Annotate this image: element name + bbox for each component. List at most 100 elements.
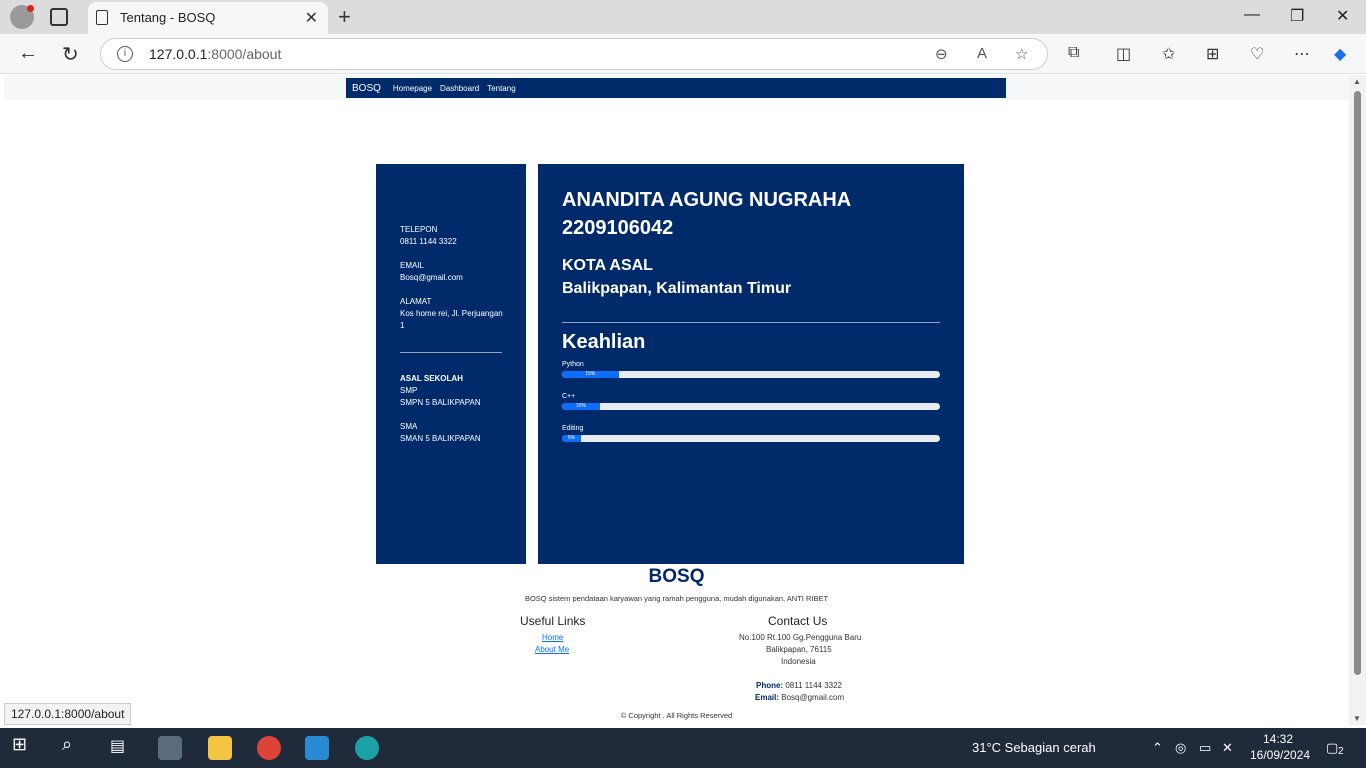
skill-name: C++ (562, 393, 576, 400)
start-icon[interactable]: ⊞ (12, 734, 36, 758)
skill-progress-fill: 5% (562, 435, 581, 442)
notification-count: 2 (1338, 746, 1344, 757)
alamat-line-2: 1 (400, 321, 405, 330)
kota-asal-label: KOTA ASAL (562, 257, 653, 274)
url-text[interactable]: 127.0.0.1:8000/about (149, 46, 281, 62)
back-icon[interactable]: ← (18, 42, 38, 65)
address-bar[interactable]: i 127.0.0.1:8000/about ⊖ A ☆ (100, 38, 1048, 70)
contact-phone: Phone: 0811 1144 3322 (756, 681, 842, 690)
close-tab-icon[interactable]: ✕ (305, 8, 318, 28)
contact-address-2: Balikpapan, 76115 (766, 645, 832, 654)
asal-sekolah-label: ASAL SEKOLAH (400, 374, 463, 383)
profile-avatar-icon[interactable] (10, 5, 34, 29)
window-close-icon[interactable]: ✕ (1336, 6, 1349, 26)
profile-sidebar-card: TELEPON 0811 1144 3322 EMAIL Bosq@gmail.… (376, 164, 526, 564)
browser-essentials-icon[interactable]: ♡ (1250, 44, 1264, 64)
contact-us-title: Contact Us (768, 614, 828, 628)
skill-name: Python (562, 361, 584, 368)
profile-nim: 2209106042 (562, 217, 674, 239)
page-viewport: BOSQ Homepage Dashboard Tentang TELEPON … (4, 75, 1349, 725)
collections-icon[interactable]: ⊞ (1206, 44, 1219, 64)
tab-title: Tentang - BOSQ (120, 10, 216, 25)
camera-app-icon[interactable] (158, 736, 182, 760)
telepon-value: 0811 1144 3322 (400, 237, 457, 246)
site-info-icon[interactable]: i (117, 46, 133, 62)
footer-link-home[interactable]: Home (542, 633, 563, 642)
chrome-icon[interactable] (257, 736, 281, 760)
alamat-line-1: Kos home rei, Jl. Perjuangan (400, 309, 503, 318)
notification-dot (27, 5, 34, 12)
extensions-icon[interactable]: ⧉ (1068, 44, 1079, 62)
divider (562, 322, 940, 323)
telepon-label: TELEPON (400, 225, 438, 234)
minimize-icon[interactable]: — (1244, 6, 1260, 24)
more-menu-icon[interactable]: ⋯ (1294, 44, 1310, 64)
nav-link-tentang[interactable]: Tentang (487, 84, 515, 93)
clock-time: 14:32 (1262, 732, 1294, 746)
network-icon[interactable]: ◎ (1175, 740, 1186, 756)
vscode-icon[interactable] (305, 736, 329, 760)
footer-link-about[interactable]: About Me (535, 645, 569, 654)
email-label: Email: (755, 693, 780, 702)
tab-actions-icon[interactable] (50, 8, 68, 26)
show-hidden-icons[interactable]: ⌃ (1152, 740, 1163, 756)
scroll-up-icon[interactable]: ▲ (1353, 77, 1361, 86)
email-value: Bosq@gmail.com (400, 273, 463, 282)
phone-label: Phone: (756, 681, 784, 690)
edge-icon[interactable] (355, 736, 379, 760)
url-host: 127.0.0.1 (149, 46, 208, 62)
scroll-thumb[interactable] (1354, 91, 1361, 675)
address-toolbar: ← ↻ i 127.0.0.1:8000/about ⊖ A ☆ ⧉ ◫ ✩ ⊞… (0, 34, 1366, 74)
profile-name: ANANDITA AGUNG NUGRAHA (562, 189, 852, 211)
skill-progress-fill: 15% (562, 371, 619, 378)
weather-widget[interactable]: 31°C Sebagian cerah (972, 740, 1096, 755)
new-tab-icon[interactable]: + (338, 4, 351, 30)
site-footer: BOSQ BOSQ sistem pendataan karyawan yang… (4, 564, 1349, 725)
notification-center-icon[interactable]: ▢ (1326, 740, 1338, 756)
page-scrollbar[interactable]: ▲ ▼ (1349, 75, 1366, 725)
useful-links-title: Useful Links (520, 614, 586, 628)
contact-address-1: No.100 Rt.100 Gg.Pengguna Baru (739, 633, 862, 642)
url-path: :8000/about (207, 46, 282, 62)
search-icon[interactable]: ⌕ (62, 734, 86, 758)
skill-progress-bar: 10% (562, 403, 940, 410)
browser-tab-bar: Tentang - BOSQ ✕ + — ❐ ✕ (0, 0, 1366, 34)
copilot-icon[interactable]: ◆ (1334, 44, 1346, 64)
read-aloud-icon[interactable]: A (977, 45, 987, 62)
navbar-brand[interactable]: BOSQ (352, 83, 381, 94)
restore-icon[interactable]: ❐ (1290, 6, 1304, 26)
footer-brand: BOSQ (648, 566, 705, 587)
favorite-star-icon[interactable]: ☆ (1015, 45, 1028, 63)
profile-main-card: ANANDITA AGUNG NUGRAHA 2209106042 KOTA A… (538, 164, 964, 564)
footer-tagline: BOSQ sistem pendataan karyawan yang rama… (524, 594, 829, 603)
email-value: Bosq@gmail.com (781, 693, 845, 702)
divider (400, 352, 502, 353)
nav-link-homepage[interactable]: Homepage (393, 84, 432, 93)
contact-address-3: Indonesia (781, 657, 816, 666)
scroll-down-icon[interactable]: ▼ (1353, 714, 1361, 723)
favorites-icon[interactable]: ✩ (1162, 44, 1175, 64)
skill-progress-bar: 5% (562, 435, 940, 442)
email-label: EMAIL (400, 261, 425, 270)
skill-progress-fill: 10% (562, 403, 600, 410)
smp-value: SMPN 5 BALIKPAPAN (400, 398, 481, 407)
file-explorer-icon[interactable] (208, 736, 232, 760)
skills-title: Keahlian (562, 331, 646, 353)
task-view-icon[interactable]: ▤ (110, 736, 134, 760)
split-screen-icon[interactable]: ◫ (1116, 44, 1131, 64)
clock-date: 16/09/2024 (1250, 748, 1311, 762)
nav-link-dashboard[interactable]: Dashboard (440, 84, 479, 93)
volume-muted-icon[interactable]: ✕ (1222, 740, 1233, 756)
site-navbar: BOSQ Homepage Dashboard Tentang (346, 78, 1006, 98)
skill-progress-bar: 15% (562, 371, 940, 378)
copyright: © Copyright . All Rights Reserved (620, 711, 733, 720)
zoom-icon[interactable]: ⊖ (935, 45, 948, 63)
battery-icon[interactable]: ▭ (1199, 740, 1211, 756)
sma-value: SMAN 5 BALIKPAPAN (400, 434, 481, 443)
browser-tab-active[interactable]: Tentang - BOSQ ✕ (88, 2, 328, 34)
system-clock[interactable]: 14:32 16/09/2024 (1250, 731, 1311, 763)
sma-label: SMA (400, 422, 418, 431)
skill-name: Editing (562, 425, 584, 432)
refresh-icon[interactable]: ↻ (62, 42, 79, 67)
status-url-tooltip: 127.0.0.1:8000/about (4, 703, 132, 725)
